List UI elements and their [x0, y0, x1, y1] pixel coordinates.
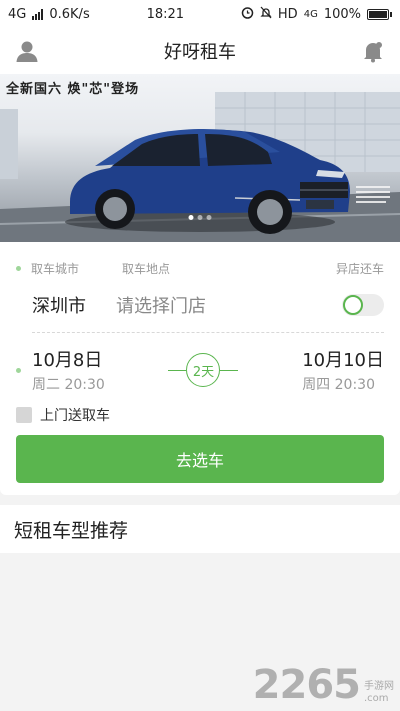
- user-icon[interactable]: [14, 38, 40, 64]
- return-weekday-time: 周四 20:30: [302, 377, 375, 393]
- date-row: 10月8日 周二 20:30 2天 10月10日 周四 20:30: [16, 341, 384, 399]
- bullet-icon: [16, 265, 21, 271]
- watermark-number: 2265: [252, 662, 361, 708]
- page-title: 好呀租车: [164, 42, 236, 63]
- toggle-knob: [343, 295, 363, 315]
- booking-card: 取车城市 取车地点 异店还车 深圳市 请选择门店 10月8日 周二 20:30 …: [0, 242, 400, 495]
- dashed-divider: [32, 332, 384, 333]
- signal-icon: [32, 8, 44, 20]
- alarm-icon: [241, 6, 254, 23]
- delivery-option[interactable]: 上门送取车: [16, 399, 384, 431]
- pagination-dot[interactable]: [206, 215, 212, 220]
- app-header: 好呀租车: [0, 28, 400, 74]
- watermark-logo: 2265 手游网 .com: [253, 665, 394, 705]
- banner-slogan: 全新国六 焕"芯"登场: [6, 82, 140, 97]
- watermark-bottom: .com: [364, 693, 389, 704]
- return-date-selector[interactable]: 10月10日 周四 20:30: [302, 346, 384, 394]
- return-elsewhere-label: 异店还车: [335, 261, 384, 276]
- watermark-text: 手游网 .com: [364, 681, 394, 705]
- pickup-location-label: 取车地点: [122, 261, 171, 276]
- network-speed: 0.6K/s: [49, 6, 90, 22]
- clock: 18:21: [146, 6, 185, 22]
- bullet-icon: [16, 367, 21, 373]
- recommend-section-title: 短租车型推荐: [0, 505, 400, 553]
- battery-percent: 100%: [323, 6, 361, 22]
- duration-line-right: [220, 369, 239, 371]
- return-elsewhere-toggle[interactable]: [342, 294, 384, 316]
- pagination-dot[interactable]: [197, 215, 203, 220]
- city-selector[interactable]: 深圳市: [32, 292, 116, 318]
- rental-duration: 2天: [105, 353, 302, 387]
- battery-icon: [367, 8, 392, 20]
- pickup-date: 10月8日: [32, 350, 103, 371]
- status-left: 4G 0.6K/s: [8, 7, 90, 22]
- store-selector[interactable]: 请选择门店: [116, 292, 342, 318]
- network-type-right: 4G: [303, 8, 318, 20]
- pickup-city-label: 取车城市: [31, 261, 80, 276]
- location-row: 深圳市 请选择门店: [16, 280, 384, 330]
- return-date: 10月10日: [302, 350, 384, 371]
- pagination-dot[interactable]: [188, 215, 194, 220]
- pickup-date-selector[interactable]: 10月8日 周二 20:30: [32, 346, 105, 394]
- notification-icon[interactable]: [360, 38, 386, 64]
- status-right: HD 4G 100%: [241, 6, 392, 23]
- pickup-weekday-time: 周二 20:30: [32, 377, 105, 393]
- watermark-top: 手游网: [364, 681, 394, 692]
- duration-line-left: [168, 369, 187, 371]
- mute-icon: [260, 6, 272, 23]
- banner-pagination: [188, 215, 212, 220]
- duration-badge: 2天: [186, 353, 221, 387]
- network-type: 4G: [8, 6, 27, 22]
- hd-indicator: HD: [277, 6, 298, 22]
- location-labels-row: 取车城市 取车地点 异店还车: [16, 256, 384, 280]
- status-bar: 4G 0.6K/s 18:21 HD 4G 100%: [0, 0, 400, 28]
- delivery-checkbox[interactable]: [16, 407, 32, 423]
- delivery-label: 上门送取车: [40, 408, 110, 424]
- promo-banner[interactable]: 全新国六 焕"芯"登场: [0, 74, 400, 242]
- select-car-button[interactable]: 去选车: [16, 435, 384, 483]
